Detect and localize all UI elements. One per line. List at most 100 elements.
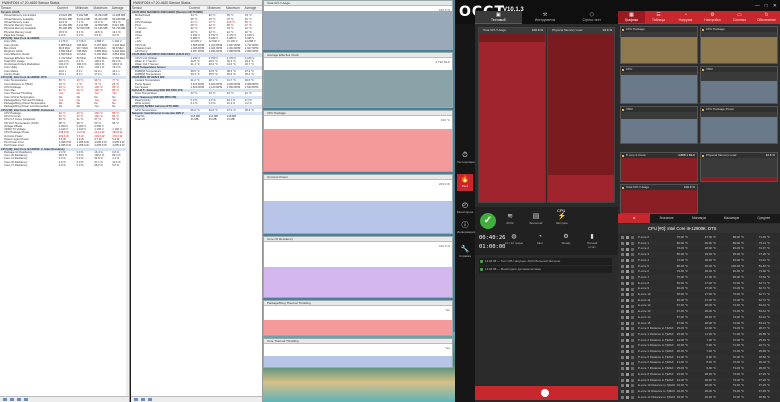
show-graph-toggle[interactable] [621, 321, 624, 325]
monitor-graph[interactable]: CPU [620, 66, 698, 104]
show-graph-toggle[interactable] [621, 316, 624, 320]
column-header-0[interactable]: Sensor [0, 6, 56, 10]
pin-toggle[interactable] [631, 344, 634, 348]
sensor-graph[interactable]: Average Effective Clock 4,790 MHz [263, 52, 453, 108]
table-row[interactable]: E-core 12 Distance to TjMAX 33.00 °C 26.00… [618, 395, 780, 401]
sidebar-item-0[interactable]: ⏱ Тестирование [457, 152, 476, 164]
mode-size[interactable]: ▤ Большой [527, 213, 545, 225]
column-header-4[interactable]: Average [244, 6, 263, 10]
show-graph-toggle[interactable] [621, 327, 624, 331]
scrollbar-thumb[interactable] [126, 19, 129, 59]
show-graph-toggle[interactable] [621, 390, 624, 394]
show-graph-toggle[interactable] [621, 373, 624, 377]
pin-toggle[interactable] [631, 378, 634, 382]
color-swatch[interactable] [626, 316, 629, 320]
pin-toggle[interactable] [631, 395, 634, 399]
monitor-graph[interactable]: CPU Package Power [700, 106, 778, 144]
hwinfo-scrollbar[interactable] [126, 11, 129, 396]
close-icon[interactable] [24, 398, 28, 401]
pin-toggle[interactable] [631, 327, 634, 331]
color-swatch[interactable] [626, 355, 629, 359]
show-graph-toggle[interactable] [621, 333, 624, 337]
show-graph-toggle[interactable] [621, 338, 624, 342]
tab-0[interactable]: ▦ Графики [618, 11, 645, 24]
sidebar-item-4[interactable]: 🔧 Справка [457, 246, 473, 258]
column-1[interactable]: Минимум [683, 214, 715, 223]
tab-0[interactable]: ▣ Тестовый [475, 11, 522, 24]
test-status-ok-icon[interactable]: ✓ [480, 213, 496, 229]
color-swatch[interactable] [626, 373, 629, 377]
sensor-graph[interactable]: Core Thermal Throttling Yes [263, 338, 453, 368]
pin-toggle[interactable] [631, 338, 634, 342]
color-swatch[interactable] [626, 264, 629, 268]
color-swatch[interactable] [626, 361, 629, 365]
tab-5[interactable]: ↻ Обновление [753, 11, 780, 24]
show-graph-toggle[interactable] [621, 378, 624, 382]
pin-toggle[interactable] [631, 350, 634, 354]
pin-toggle[interactable] [631, 253, 634, 257]
show-graph-toggle[interactable] [621, 384, 624, 388]
report-setting[interactable]: ▮ Полный отчёт [583, 234, 601, 249]
pin-toggle[interactable] [631, 355, 634, 359]
column-header-1[interactable]: Current [188, 6, 207, 10]
threads-setting[interactable]: ◍ 12 / 12 треды [505, 234, 523, 245]
color-swatch[interactable] [626, 338, 629, 342]
color-swatch[interactable] [626, 378, 629, 382]
show-graph-toggle[interactable] [621, 264, 624, 268]
sensor-graph[interactable]: Core C0 Residency 100.0 % [263, 236, 453, 298]
close-icon[interactable]: ✕ [773, 3, 777, 9]
reset-icon[interactable] [134, 398, 138, 401]
settings-icon[interactable] [148, 398, 152, 401]
show-graph-toggle[interactable] [621, 395, 624, 399]
color-swatch[interactable] [626, 253, 629, 257]
color-swatch[interactable] [626, 321, 629, 325]
color-swatch[interactable] [626, 293, 629, 297]
sensor-row[interactable]: Core C7 Residency 0.0 % 0.0 % 98.0 % 5.6 % [0, 164, 129, 167]
pin-toggle[interactable] [631, 333, 634, 337]
color-swatch[interactable] [626, 276, 629, 280]
pin-toggle[interactable] [631, 384, 634, 388]
show-graph-toggle[interactable] [621, 270, 624, 274]
table-settings-button[interactable]: ⚙ [618, 214, 651, 223]
color-swatch[interactable] [626, 287, 629, 291]
monitor-graph[interactable]: P-core 0 Clock 4,888.1 MHz [620, 152, 698, 182]
pin-toggle[interactable] [631, 264, 634, 268]
show-graph-toggle[interactable] [621, 236, 624, 240]
show-graph-toggle[interactable] [621, 310, 624, 314]
color-swatch[interactable] [626, 384, 629, 388]
layout-icon[interactable] [141, 398, 145, 401]
steady-setting[interactable]: ⚙ Steady [557, 234, 575, 245]
layout-icon[interactable] [10, 398, 14, 401]
column-header-0[interactable]: Sensor [131, 6, 188, 10]
show-graph-toggle[interactable] [621, 298, 624, 302]
sidebar-item-3[interactable]: ⓘ Информация [457, 222, 475, 234]
pin-toggle[interactable] [631, 316, 634, 320]
sensor-graph[interactable]: IA Cores Power 233.0 W [263, 174, 453, 234]
maximize-icon[interactable]: □ [765, 3, 768, 9]
show-graph-toggle[interactable] [621, 259, 624, 263]
mode-avx2[interactable]: ≋ AVX2 [501, 213, 519, 225]
pin-toggle[interactable] [631, 390, 634, 394]
color-swatch[interactable] [626, 281, 629, 285]
show-graph-toggle[interactable] [621, 241, 624, 245]
color-swatch[interactable] [626, 304, 629, 308]
show-graph-toggle[interactable] [621, 367, 624, 371]
settings-icon[interactable] [17, 398, 21, 401]
tab-2[interactable]: ◔ Нагрузка [672, 11, 699, 24]
sensor-graph[interactable]: CPU Package 100 °C [263, 110, 453, 172]
monitor-graph[interactable]: CPU Package [700, 26, 778, 64]
show-graph-toggle[interactable] [621, 253, 624, 257]
color-swatch[interactable] [626, 241, 629, 245]
color-swatch[interactable] [626, 236, 629, 240]
color-swatch[interactable] [626, 270, 629, 274]
stop-test-button[interactable] [475, 386, 618, 400]
color-swatch[interactable] [626, 298, 629, 302]
color-swatch[interactable] [626, 247, 629, 251]
pin-toggle[interactable] [631, 241, 634, 245]
pin-toggle[interactable] [631, 236, 634, 240]
pin-toggle[interactable] [631, 247, 634, 251]
color-swatch[interactable] [626, 259, 629, 263]
color-swatch[interactable] [626, 367, 629, 371]
column-header-3[interactable]: Maximum [225, 6, 244, 10]
sensor-graph[interactable]: Total CPU Usage 100.0 % [263, 0, 453, 50]
